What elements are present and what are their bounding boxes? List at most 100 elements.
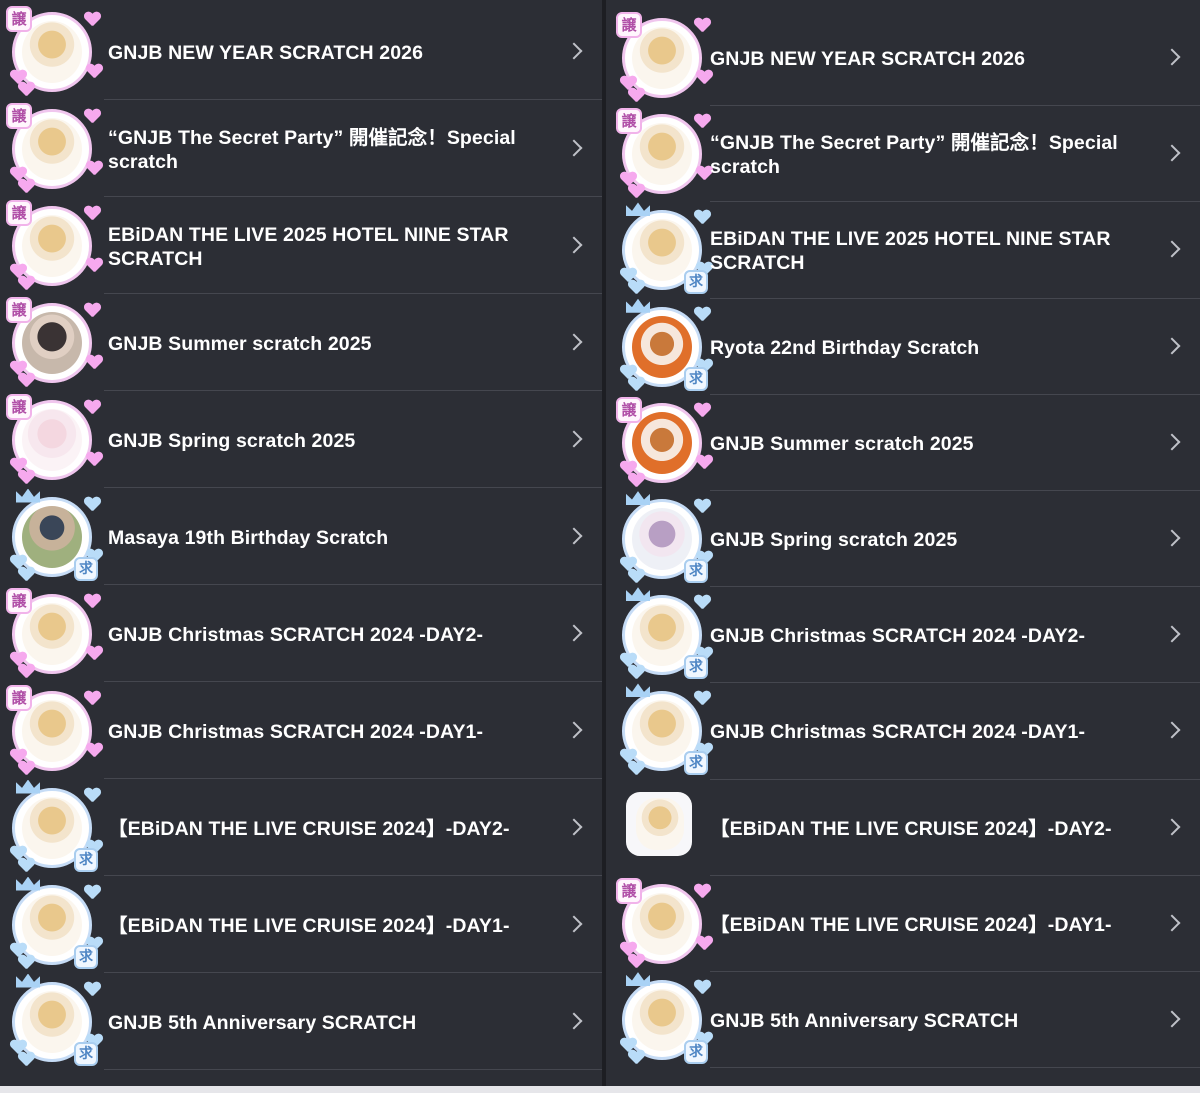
scratch-thumbnail <box>616 782 708 874</box>
chevron-right-icon[interactable] <box>565 236 583 253</box>
scratch-title: “GNJB The Secret Party” 開催記念！Special scr… <box>710 132 1118 179</box>
scratch-title: GNJB Christmas SCRATCH 2024 -DAY2- <box>108 623 484 646</box>
heart-icon <box>84 497 101 512</box>
chevron-right-icon[interactable] <box>1163 1010 1181 1028</box>
crown-icon <box>626 491 650 506</box>
member-photo <box>636 797 684 850</box>
scratch-thumbnail: 譲 <box>616 396 711 489</box>
member-photo <box>632 27 692 90</box>
chevron-right-icon[interactable] <box>1163 721 1181 739</box>
member-photo <box>22 311 82 374</box>
chevron-right-icon[interactable] <box>565 527 583 544</box>
chevron-right-icon[interactable] <box>565 721 583 738</box>
scratch-thumbnail: 求 <box>6 488 101 583</box>
chevron-right-icon[interactable] <box>1163 48 1181 66</box>
heart-icon <box>694 691 711 706</box>
scratch-list-item[interactable]: 求 GNJB 5th Anniversary SCRATCH <box>606 972 1200 1069</box>
wanted-badge: 求 <box>684 655 708 680</box>
scratch-list-item[interactable]: 求 EBiDAN THE LIVE 2025 HOTEL NINE STAR SC… <box>606 202 1200 299</box>
heart-icon <box>628 761 645 776</box>
scratch-thumbnail: 譲 <box>6 587 98 680</box>
scratch-thumbnail: 求 <box>616 298 708 393</box>
scratch-list-item[interactable]: 譲 GNJB Summer scratch 2025 <box>606 395 1200 491</box>
chevron-right-icon[interactable] <box>565 139 583 156</box>
chevron-right-icon[interactable] <box>565 818 583 835</box>
heart-icon <box>84 691 101 706</box>
scratch-thumbnail: 求 <box>616 972 708 1066</box>
scratch-list-item[interactable]: 求 GNJB Christmas SCRATCH 2024 -DAY1- <box>606 683 1200 780</box>
member-photo <box>22 990 82 1053</box>
scratch-list-item[interactable]: 譲 “GNJB The Secret Party” 開催記念！Special sc… <box>606 106 1200 203</box>
scratch-thumbnail: 求 <box>616 683 711 777</box>
scratch-title: GNJB 5th Anniversary SCRATCH <box>108 1011 417 1034</box>
scratch-list-item[interactable]: 求 GNJB 5th Anniversary SCRATCH <box>0 973 602 1070</box>
heart-icon <box>628 473 645 488</box>
member-photo <box>632 411 692 474</box>
scratch-list-item[interactable]: 求【EBiDAN THE LIVE CRUISE 2024】-DAY1- <box>0 876 602 973</box>
heart-icon <box>18 955 35 970</box>
scratch-title: GNJB Christmas SCRATCH 2024 -DAY1- <box>710 721 1086 744</box>
crown-icon <box>16 973 40 988</box>
chevron-right-icon[interactable] <box>565 42 583 59</box>
heart-icon <box>696 936 713 951</box>
scratch-title: GNJB Christmas SCRATCH 2024 -DAY1- <box>108 720 484 743</box>
scratch-list-item[interactable]: 譲 GNJB Christmas SCRATCH 2024 -DAY2- <box>0 585 602 682</box>
chevron-right-icon[interactable] <box>565 333 583 350</box>
chevron-right-icon[interactable] <box>1163 337 1181 355</box>
scratch-list-item[interactable]: 譲 EBiDAN THE LIVE 2025 HOTEL NINE STAR SC… <box>0 197 602 294</box>
chevron-right-icon[interactable] <box>1163 433 1181 451</box>
heart-icon <box>86 355 103 370</box>
scratch-thumbnail: 譲 <box>6 5 98 98</box>
heart-icon <box>628 280 645 295</box>
scratch-list-item[interactable]: 求 GNJB Spring scratch 2025 <box>606 491 1200 588</box>
scratch-list-item[interactable]: 譲 GNJB Spring scratch 2025 <box>0 391 602 488</box>
chevron-right-icon[interactable] <box>1163 240 1181 258</box>
scratch-list-item[interactable]: 譲 GNJB Christmas SCRATCH 2024 -DAY1- <box>0 682 602 779</box>
chevron-right-icon[interactable] <box>1163 144 1181 162</box>
member-photo <box>22 796 82 859</box>
scratch-title: Masaya 19th Birthday Scratch <box>108 526 389 549</box>
scratch-list-item[interactable]: 【EBiDAN THE LIVE CRUISE 2024】-DAY2- <box>606 780 1200 876</box>
scratch-list-item[interactable]: 譲 GNJB NEW YEAR SCRATCH 2026 <box>0 3 602 100</box>
scratch-list-item[interactable]: 譲 “GNJB The Secret Party” 開催記念！Special sc… <box>0 100 602 197</box>
left-scratch-list: 譲 GNJB NEW YEAR SCRATCH 2026 譲 “GNJB The Se… <box>0 0 602 1093</box>
chevron-right-icon[interactable] <box>1163 818 1181 836</box>
member-photo <box>22 20 82 83</box>
scratch-list-item[interactable]: 求 Ryota 22nd Birthday Scratch <box>606 298 1200 395</box>
bottom-edge <box>0 1086 1200 1093</box>
chevron-right-icon[interactable] <box>1163 529 1181 547</box>
chevron-right-icon[interactable] <box>565 915 583 932</box>
crown-icon <box>626 683 650 698</box>
offer-badge: 譲 <box>6 5 32 32</box>
offer-badge: 譲 <box>6 393 32 420</box>
scratch-list-item[interactable]: 譲【EBiDAN THE LIVE CRUISE 2024】-DAY1- <box>606 876 1200 972</box>
wanted-badge: 求 <box>74 556 98 581</box>
heart-icon <box>84 400 101 415</box>
chevron-right-icon[interactable] <box>565 1012 583 1029</box>
scratch-list-item[interactable]: 譲 GNJB Summer scratch 2025 <box>0 294 602 391</box>
heart-icon <box>628 184 645 199</box>
scratch-title: GNJB Summer scratch 2025 <box>710 432 974 455</box>
scratch-list-item[interactable]: 求 Masaya 19th Birthday Scratch <box>0 488 602 585</box>
heart-icon <box>694 499 711 514</box>
scratch-title: 【EBiDAN THE LIVE CRUISE 2024】-DAY1- <box>710 913 1112 936</box>
scratch-thumbnail: 求 <box>616 491 711 585</box>
member-photo <box>22 602 82 665</box>
crown-icon <box>626 587 650 602</box>
scratch-list-item[interactable]: 譲 GNJB NEW YEAR SCRATCH 2026 <box>606 10 1200 107</box>
chevron-right-icon[interactable] <box>565 624 583 641</box>
chevron-right-icon[interactable] <box>565 430 583 447</box>
scratch-list-item[interactable]: 求【EBiDAN THE LIVE CRUISE 2024】-DAY2- <box>0 779 602 876</box>
right-scratch-list: 譲 GNJB NEW YEAR SCRATCH 2026 譲 “GNJB The Se… <box>606 0 1200 1093</box>
offer-badge: 譲 <box>6 199 32 226</box>
chevron-right-icon[interactable] <box>1163 914 1181 932</box>
heart-icon <box>18 82 35 97</box>
heart-icon <box>84 788 101 803</box>
scratch-list-item[interactable]: 求 GNJB Christmas SCRATCH 2024 -DAY2- <box>606 587 1200 684</box>
scratch-thumbnail: 譲 <box>616 877 708 970</box>
heart-icon <box>694 403 711 418</box>
scratch-thumbnail: 譲 <box>616 12 708 104</box>
scratch-title: EBiDAN THE LIVE 2025 HOTEL NINE STAR SCR… <box>108 223 509 270</box>
chevron-right-icon[interactable] <box>1163 625 1181 643</box>
scratch-title: 【EBiDAN THE LIVE CRUISE 2024】-DAY2- <box>108 817 510 840</box>
